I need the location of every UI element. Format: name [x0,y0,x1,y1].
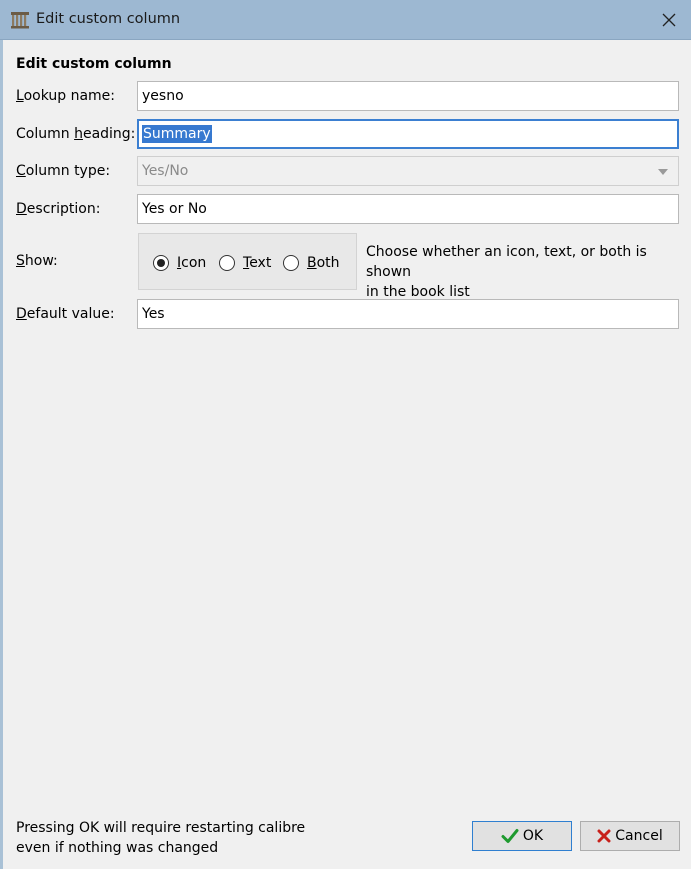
radio-unchecked-indicator [283,255,299,271]
column-heading-mnemonic: h [74,126,83,142]
column-heading-label: Column heading: [16,126,136,142]
column-type-label: Column type: [16,163,111,179]
edit-custom-column-dialog: Edit custom column Edit custom column Lo… [0,0,691,869]
ok-button[interactable]: OK [472,821,572,851]
title-bar: Edit custom column [0,0,691,40]
show-both-radio[interactable]: Both [283,254,340,272]
description-input[interactable]: Yes or No [137,194,679,224]
close-button[interactable] [647,0,691,40]
show-text-radio[interactable]: Text [219,254,271,272]
column-heading-input[interactable]: Summary [137,119,679,149]
default-value-label: Default value: [16,306,115,322]
description-mnemonic: D [16,201,27,217]
close-icon [662,13,676,27]
chevron-down-icon [658,169,668,175]
checkmark-icon [501,829,519,843]
lookup-name-input[interactable]: yesno [137,81,679,111]
show-mnemonic: S [16,253,25,269]
lookup-name-label: Lookup name: [16,88,115,104]
show-label: Show: [16,253,58,269]
radio-checked-indicator [153,255,169,271]
show-help-text: Choose whether an icon, text, or both is… [366,244,647,300]
cancel-x-icon [597,829,611,843]
ok-label: OK [522,828,544,844]
column-heading-value: Summary [142,125,212,143]
description-value: Yes or No [142,201,207,217]
column-type-value: Yes/No [142,163,189,179]
default-value-value: Yes [142,306,165,322]
default-value-mnemonic: D [16,306,27,322]
show-icon-label: Icon [177,255,207,271]
cancel-button[interactable]: Cancel [580,821,680,851]
show-icon-radio[interactable]: Icon [153,254,206,272]
description-label: Description: [16,201,101,217]
column-type-select[interactable]: Yes/No [137,156,679,186]
restart-note: Pressing OK will require restarting cali… [16,820,306,856]
calibre-app-icon [11,12,29,29]
show-both-label: Both [307,255,340,271]
cancel-label: Cancel [615,828,663,844]
show-text-label: Text [243,255,272,271]
default-value-input[interactable]: Yes [137,299,679,329]
show-options-group: Icon Text Both [138,233,357,290]
column-type-mnemonic: C [16,163,26,179]
window-edge [0,40,3,869]
section-heading: Edit custom column [16,56,172,72]
radio-unchecked-indicator [219,255,235,271]
window-title: Edit custom column [36,11,181,27]
lookup-name-mnemonic: L [16,88,24,104]
lookup-name-value: yesno [142,88,184,104]
